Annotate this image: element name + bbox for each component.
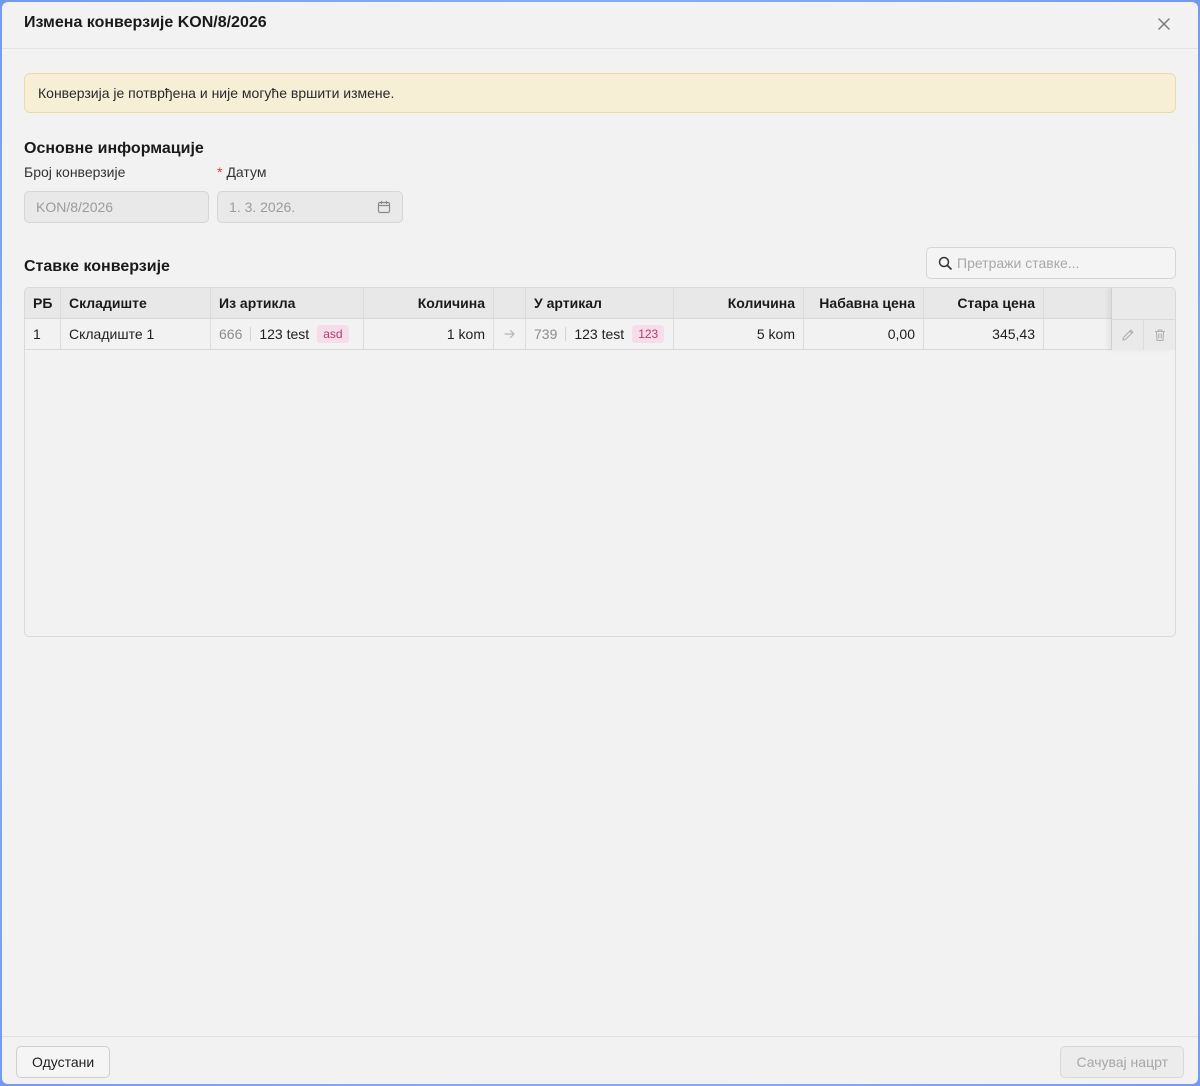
close-icon xyxy=(1158,18,1170,30)
to-article-code: 739 xyxy=(534,326,558,342)
conversion-number-label: Број конверзије xyxy=(24,164,126,180)
from-article-code: 666 xyxy=(219,326,243,342)
save-draft-button[interactable]: Сачувај нацрт xyxy=(1060,1046,1184,1078)
cell-qty-to: 5 kom xyxy=(674,319,804,349)
item-search-box xyxy=(926,247,1176,279)
items-title: Ставке конверзије xyxy=(24,258,170,275)
divider xyxy=(250,327,252,341)
col-header-qty-from: Количина xyxy=(364,288,494,318)
cell-arrow xyxy=(494,319,526,349)
alert-message: Конверзија је потврђена и није могуће вр… xyxy=(38,85,395,101)
date-label: * Датум xyxy=(217,164,266,180)
col-header-warehouse: Складиште xyxy=(61,288,211,318)
to-article-name: 123 test xyxy=(574,326,625,342)
cell-to-article: 739 123 test 123 xyxy=(526,319,674,349)
arrow-right-icon xyxy=(503,329,515,339)
dialog-footer: Одустани Сачувај нацрт xyxy=(2,1036,1198,1084)
locked-warning-alert: Конверзија је потврђена и није могуће вр… xyxy=(24,73,1176,113)
trash-icon xyxy=(1155,329,1165,342)
cancel-button[interactable]: Одустани xyxy=(16,1046,111,1078)
col-header-to-article: У артикал xyxy=(526,288,674,318)
col-header-from-article: Из артикла xyxy=(211,288,364,318)
cell-warehouse: Складиште 1 xyxy=(61,319,211,349)
table-row: 1 Складиште 1 666 123 test asd 1 kom 739… xyxy=(25,319,1175,350)
col-header-qty-to: Количина xyxy=(674,288,804,318)
date-label-text: Датум xyxy=(226,164,267,180)
table-header-row: РБ Складиште Из артикла Количина У артик… xyxy=(25,288,1175,319)
col-header-purchase-price: Набавна цена xyxy=(804,288,924,318)
dialog-header: Измена конверзије KON/8/2026 xyxy=(2,2,1198,49)
row-actions-column xyxy=(1111,288,1175,350)
cell-rb: 1 xyxy=(25,319,61,349)
from-article-name: 123 test xyxy=(259,326,310,342)
dialog-title: Измена конверзије KON/8/2026 xyxy=(24,14,267,31)
from-article-tag: asd xyxy=(317,325,349,343)
col-header-arrow xyxy=(494,288,526,318)
date-value: 1. 3. 2026. xyxy=(229,199,296,215)
item-search-input[interactable] xyxy=(957,253,1167,273)
basic-info-title: Основне информације xyxy=(24,140,204,157)
cell-old-price: 345,43 xyxy=(924,319,1044,349)
col-header-rb: РБ xyxy=(25,288,61,318)
close-button[interactable] xyxy=(1154,14,1174,34)
to-article-tag: 123 xyxy=(632,325,665,343)
divider xyxy=(565,327,567,341)
calendar-icon xyxy=(377,201,391,214)
col-header-old-price: Стара цена xyxy=(924,288,1044,318)
date-picker-field[interactable]: 1. 3. 2026. xyxy=(217,191,403,223)
delete-row-button[interactable] xyxy=(1144,319,1175,350)
conversion-number-value: KON/8/2026 xyxy=(36,199,114,215)
cell-from-article: 666 123 test asd xyxy=(211,319,364,349)
edit-row-button[interactable] xyxy=(1112,319,1144,350)
cell-purchase-price: 0,00 xyxy=(804,319,924,349)
required-mark: * xyxy=(217,164,223,180)
conversion-number-field[interactable]: KON/8/2026 xyxy=(24,191,209,223)
pencil-icon xyxy=(1121,329,1133,341)
cell-qty-from: 1 kom xyxy=(364,319,494,349)
conversion-items-table: РБ Складиште Из артикла Количина У артик… xyxy=(24,287,1176,637)
edit-conversion-dialog: Измена конверзије KON/8/2026 Конверзија … xyxy=(2,2,1198,1084)
search-icon xyxy=(938,256,952,270)
